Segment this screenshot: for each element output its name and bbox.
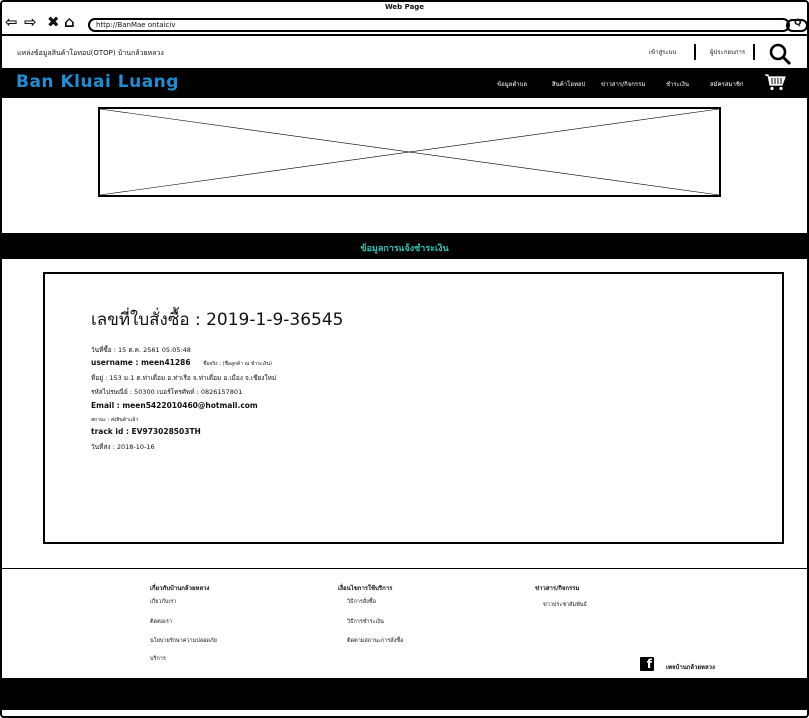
search-icon[interactable]: Q [794,18,802,28]
browser-chrome: Web Page ⇦ ⇨ ✖ ⌂ http://BanMae ontaiciv … [2,2,807,36]
cart-icon[interactable] [764,73,786,91]
order-ship-date: วันที่ส่ง : 2018-10-16 [91,443,155,451]
footer-link-about-us[interactable]: เกี่ยวกับเรา [150,598,176,606]
banner-image-placeholder [98,107,721,197]
footer-link-how-to-pay[interactable]: วิธีการชำระเงิน [347,618,384,626]
footer-link-press[interactable]: ข่าวประชาสัมพันธ์ [543,601,587,609]
window-title: Web Page [384,3,425,11]
order-address: ที่อยู่ : 153 ม.1 ต.ท่าเดื่อม อ.ท่าเรือ … [91,374,277,382]
footer: เกี่ยวกับบ้านกล้วยหลวง เกี่ยวกับเรา ติดต… [2,568,807,678]
browser-window: Web Page ⇦ ⇨ ✖ ⌂ http://BanMae ontaiciv … [0,0,809,718]
customer-name: ชื่อจริง : (ชื่อลูกค้า ณ ชำระเงิน) [203,361,272,367]
nav-item-payment[interactable]: ชำระเงิน [666,79,689,89]
order-track-id: track id : EV973028503TH [91,427,201,436]
site-subtitle: แหล่งข้อมูลสินค้าโอทอป(OTOP) บ้านกล้วยหล… [17,49,164,57]
order-number: เลขที่ใบสั่งซื้อ : 2019-1-9-36545 [91,310,344,330]
footer-heading-terms: เงื่อนไขการใช้บริการ [338,585,393,592]
forward-arrow-icon[interactable]: ⇨ [24,14,37,30]
username-value: username : meen41286 [91,358,191,367]
divider [694,44,696,60]
address-bar[interactable]: http://BanMae ontaiciv [88,18,790,32]
footer-link-services[interactable]: บริการ [150,655,166,663]
contact-link[interactable]: ผู้ประกอบการ [710,47,745,57]
footer-link-contact[interactable]: ติดต่อเรา [150,618,172,626]
footer-link-order-tracking[interactable]: ติดตามสถานะการสั่งซื้อ [347,637,403,645]
order-date: วันที่ซื้อ : 15 ต.ค. 2561 05:05:48 [91,346,191,354]
divider [753,44,755,60]
home-icon[interactable]: ⌂ [64,14,75,30]
nav-item-otop-products[interactable]: สินค้าโอทอป [552,79,585,89]
order-details-panel: เลขที่ใบสั่งซื้อ : 2019-1-9-36545 วันที่… [43,272,784,544]
footer-heading-news: ข่าวสาร/กิจกรรม [535,585,580,592]
brand-logo[interactable]: Ban Kluai Luang [16,72,179,92]
top-strip: แหล่งข้อมูลสินค้าโอทอป(OTOP) บ้านกล้วยหล… [2,36,807,68]
footer-heading-about: เกี่ยวกับบ้านกล้วยหลวง [150,585,210,592]
section-header: ข้อมูลการแจ้งชำระเงิน [2,233,807,259]
nav-item-news[interactable]: ข่าวสาร/กิจกรรม [601,79,645,89]
footer-bottom-bar [2,678,807,708]
order-email: Email : meen5422010460@hotmail.com [91,401,258,410]
order-username: username : meen41286 ชื่อจริง : (ชื่อลูก… [91,358,272,368]
close-icon[interactable]: ✖ [47,14,60,30]
main-navbar: Ban Kluai Luang ข้อมูลตำบล สินค้าโอทอป ข… [2,68,807,98]
facebook-page-link[interactable]: เพจบ้านกล้วยหลวง [666,662,715,672]
search-icon[interactable] [768,42,792,66]
nav-item-tambon-info[interactable]: ข้อมูลตำบล [497,79,527,89]
footer-link-how-to-order[interactable]: วิธีการสั่งซื้อ [347,598,376,606]
facebook-icon[interactable]: f [640,657,654,671]
back-arrow-icon[interactable]: ⇦ [5,14,18,30]
nav-item-register[interactable]: สมัครสมาชิก [710,79,744,89]
section-title: ข้อมูลการแจ้งชำระเงิน [360,244,449,254]
login-link[interactable]: เข้าสู่ระบบ [649,47,676,57]
browser-status-bar [2,708,807,716]
footer-link-privacy[interactable]: นโยบายรักษาความปลอดภัย [150,637,217,645]
order-status: สถานะ : ส่งสินค้าแล้ว [91,417,139,423]
order-postal-phone: รหัสไปรษณีย์ : 50300 เบอร์โทรศัพท์ : 082… [91,388,243,396]
